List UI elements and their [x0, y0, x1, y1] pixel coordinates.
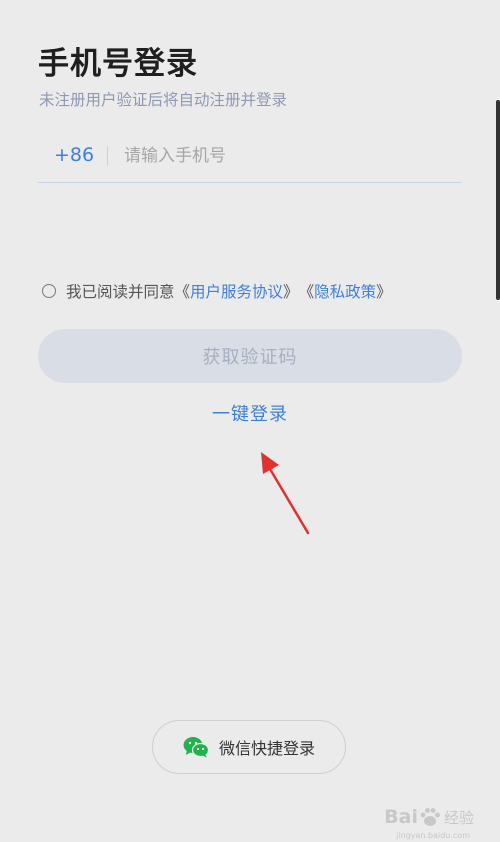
watermark-brand: Bai: [384, 806, 418, 828]
annotation-arrow: [261, 452, 310, 535]
paw-icon: [420, 808, 440, 826]
watermark-url: jingyan.baidu.com: [396, 831, 470, 840]
baidu-watermark: Bai 经验: [384, 806, 474, 828]
watermark-suffix: 经验: [443, 808, 474, 827]
wechat-icon: [183, 736, 209, 758]
wechat-login-button[interactable]: 微信快捷登录: [152, 720, 346, 774]
wechat-login-label: 微信快捷登录: [218, 739, 315, 758]
